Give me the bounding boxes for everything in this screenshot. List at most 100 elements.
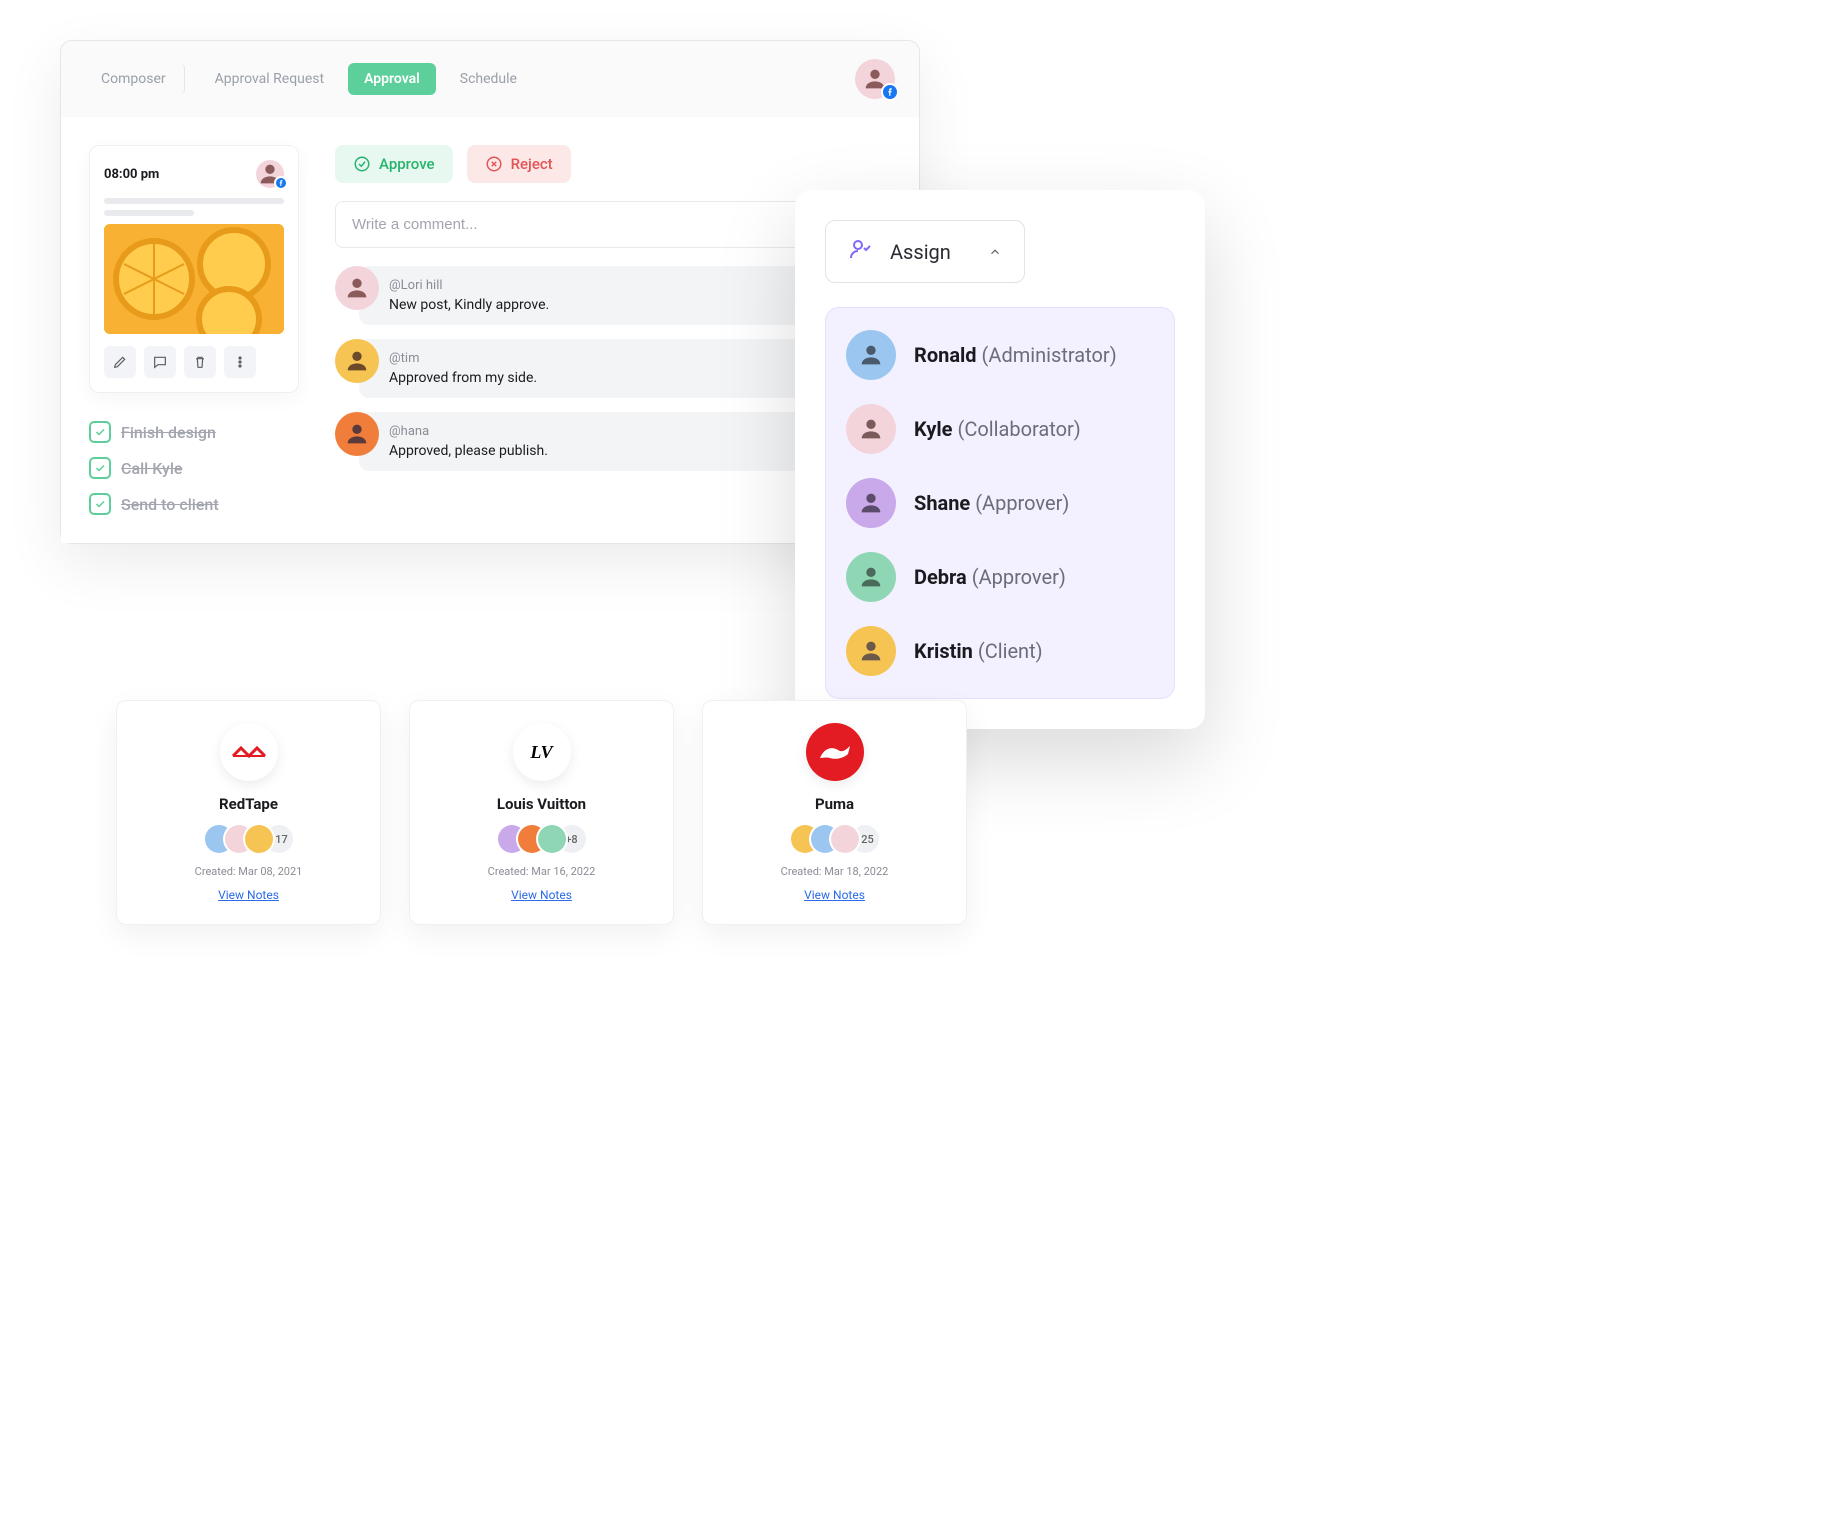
person-icon bbox=[343, 347, 371, 375]
assignee-avatar bbox=[846, 404, 896, 454]
facebook-badge-icon bbox=[881, 83, 899, 101]
edit-button[interactable] bbox=[104, 346, 136, 378]
assign-option[interactable]: Kyle (Collaborator) bbox=[846, 404, 1154, 454]
current-user-avatar[interactable] bbox=[855, 59, 895, 99]
person-icon bbox=[857, 341, 885, 369]
assign-option[interactable]: Debra (Approver) bbox=[846, 552, 1154, 602]
assignee-role: (Approver) bbox=[972, 565, 1066, 589]
user-check-icon bbox=[848, 237, 872, 266]
task-label: Call Kyle bbox=[121, 459, 182, 478]
brand-name: Puma bbox=[815, 795, 854, 813]
person-icon bbox=[857, 489, 885, 517]
approval-panel: Composer Approval Request Approval Sched… bbox=[60, 40, 920, 544]
x-circle-icon bbox=[485, 155, 503, 173]
brand-members: +25 bbox=[791, 825, 879, 853]
brand-logo: LV bbox=[513, 723, 571, 781]
brand-members: +17 bbox=[205, 825, 293, 853]
topbar: Composer Approval Request Approval Sched… bbox=[61, 41, 919, 117]
checkbox-checked-icon bbox=[89, 457, 111, 479]
reject-button[interactable]: Reject bbox=[467, 145, 571, 183]
view-notes-link[interactable]: View Notes bbox=[511, 888, 572, 902]
task-list: Finish design Call Kyle Send to client bbox=[89, 421, 299, 515]
commenter-avatar bbox=[335, 339, 379, 383]
commenter-avatar bbox=[335, 412, 379, 456]
lv-logo-icon: LV bbox=[530, 742, 552, 763]
assign-list: Ronald (Administrator) Kyle (Collaborato… bbox=[825, 307, 1175, 699]
assign-option[interactable]: Kristin (Client) bbox=[846, 626, 1154, 676]
assign-option[interactable]: Shane (Approver) bbox=[846, 478, 1154, 528]
reject-label: Reject bbox=[511, 155, 553, 173]
assign-label: Assign bbox=[890, 240, 951, 264]
assignee-name: Kyle bbox=[914, 417, 953, 441]
brand-created-date: Created: Mar 16, 2022 bbox=[488, 865, 596, 878]
delete-button[interactable] bbox=[184, 346, 216, 378]
brand-created-date: Created: Mar 18, 2022 bbox=[781, 865, 889, 878]
person-icon bbox=[857, 563, 885, 591]
assignee-name: Kristin bbox=[914, 639, 973, 663]
tab-composer[interactable]: Composer bbox=[85, 63, 185, 95]
puma-logo-icon bbox=[818, 742, 852, 762]
post-card: 08:00 pm bbox=[89, 145, 299, 393]
skeleton-line bbox=[104, 198, 284, 204]
assignee-avatar bbox=[846, 330, 896, 380]
check-circle-icon bbox=[353, 155, 371, 173]
commenter-avatar bbox=[335, 266, 379, 310]
task-item[interactable]: Finish design bbox=[89, 421, 299, 443]
chevron-up-icon bbox=[988, 240, 1002, 264]
post-author-avatar bbox=[256, 160, 284, 188]
assignee-role: (Collaborator) bbox=[957, 417, 1080, 441]
checkbox-checked-icon bbox=[89, 421, 111, 443]
assign-option[interactable]: Ronald (Administrator) bbox=[846, 330, 1154, 380]
brand-members: +8 bbox=[498, 825, 586, 853]
panel-body: 08:00 pm bbox=[61, 117, 919, 543]
post-actions bbox=[104, 346, 284, 378]
assignee-avatar bbox=[846, 478, 896, 528]
task-item[interactable]: Send to client bbox=[89, 493, 299, 515]
post-image bbox=[104, 224, 284, 334]
more-button[interactable] bbox=[224, 346, 256, 378]
brand-name: Louis Vuitton bbox=[497, 795, 586, 813]
facebook-badge-icon bbox=[274, 176, 288, 190]
task-item[interactable]: Call Kyle bbox=[89, 457, 299, 479]
approve-label: Approve bbox=[379, 155, 435, 173]
person-icon bbox=[857, 415, 885, 443]
person-icon bbox=[343, 274, 371, 302]
brand-logo bbox=[220, 723, 278, 781]
assign-dropdown[interactable]: Assign bbox=[825, 220, 1025, 283]
person-icon bbox=[343, 420, 371, 448]
comment-button[interactable] bbox=[144, 346, 176, 378]
view-notes-link[interactable]: View Notes bbox=[804, 888, 865, 902]
decision-actions: Approve Reject bbox=[335, 145, 891, 183]
approve-button[interactable]: Approve bbox=[335, 145, 453, 183]
assignee-avatar bbox=[846, 552, 896, 602]
member-avatar bbox=[538, 825, 566, 853]
assignee-role: (Administrator) bbox=[982, 343, 1117, 367]
assignee-avatar bbox=[846, 626, 896, 676]
assign-panel: Assign Ronald (Administrator) Kyle (Coll… bbox=[795, 190, 1205, 729]
task-label: Finish design bbox=[121, 423, 216, 442]
assignee-name: Shane bbox=[914, 491, 970, 515]
kebab-icon bbox=[232, 354, 248, 370]
view-notes-link[interactable]: View Notes bbox=[218, 888, 279, 902]
brand-card[interactable]: LV Louis Vuitton +8 Created: Mar 16, 202… bbox=[409, 700, 674, 925]
brand-card[interactable]: RedTape +17 Created: Mar 08, 2021 View N… bbox=[116, 700, 381, 925]
assignee-role: (Approver) bbox=[975, 491, 1069, 515]
brand-created-date: Created: Mar 08, 2021 bbox=[195, 865, 303, 878]
brand-cards-row: RedTape +17 Created: Mar 08, 2021 View N… bbox=[116, 700, 967, 925]
task-label: Send to client bbox=[121, 495, 219, 514]
left-column: 08:00 pm bbox=[89, 145, 299, 515]
trash-icon bbox=[192, 354, 208, 370]
tab-approval[interactable]: Approval bbox=[348, 63, 436, 95]
tab-approval-request[interactable]: Approval Request bbox=[199, 63, 340, 95]
tab-schedule[interactable]: Schedule bbox=[444, 63, 533, 95]
post-time: 08:00 pm bbox=[104, 167, 159, 182]
assignee-role: (Client) bbox=[978, 639, 1043, 663]
person-icon bbox=[857, 637, 885, 665]
assignee-name: Ronald bbox=[914, 343, 977, 367]
member-avatar bbox=[245, 825, 273, 853]
chat-bubble-icon bbox=[152, 354, 168, 370]
skeleton-line bbox=[104, 210, 194, 216]
member-avatar bbox=[831, 825, 859, 853]
brand-card[interactable]: Puma +25 Created: Mar 18, 2022 View Note… bbox=[702, 700, 967, 925]
pencil-icon bbox=[112, 354, 128, 370]
